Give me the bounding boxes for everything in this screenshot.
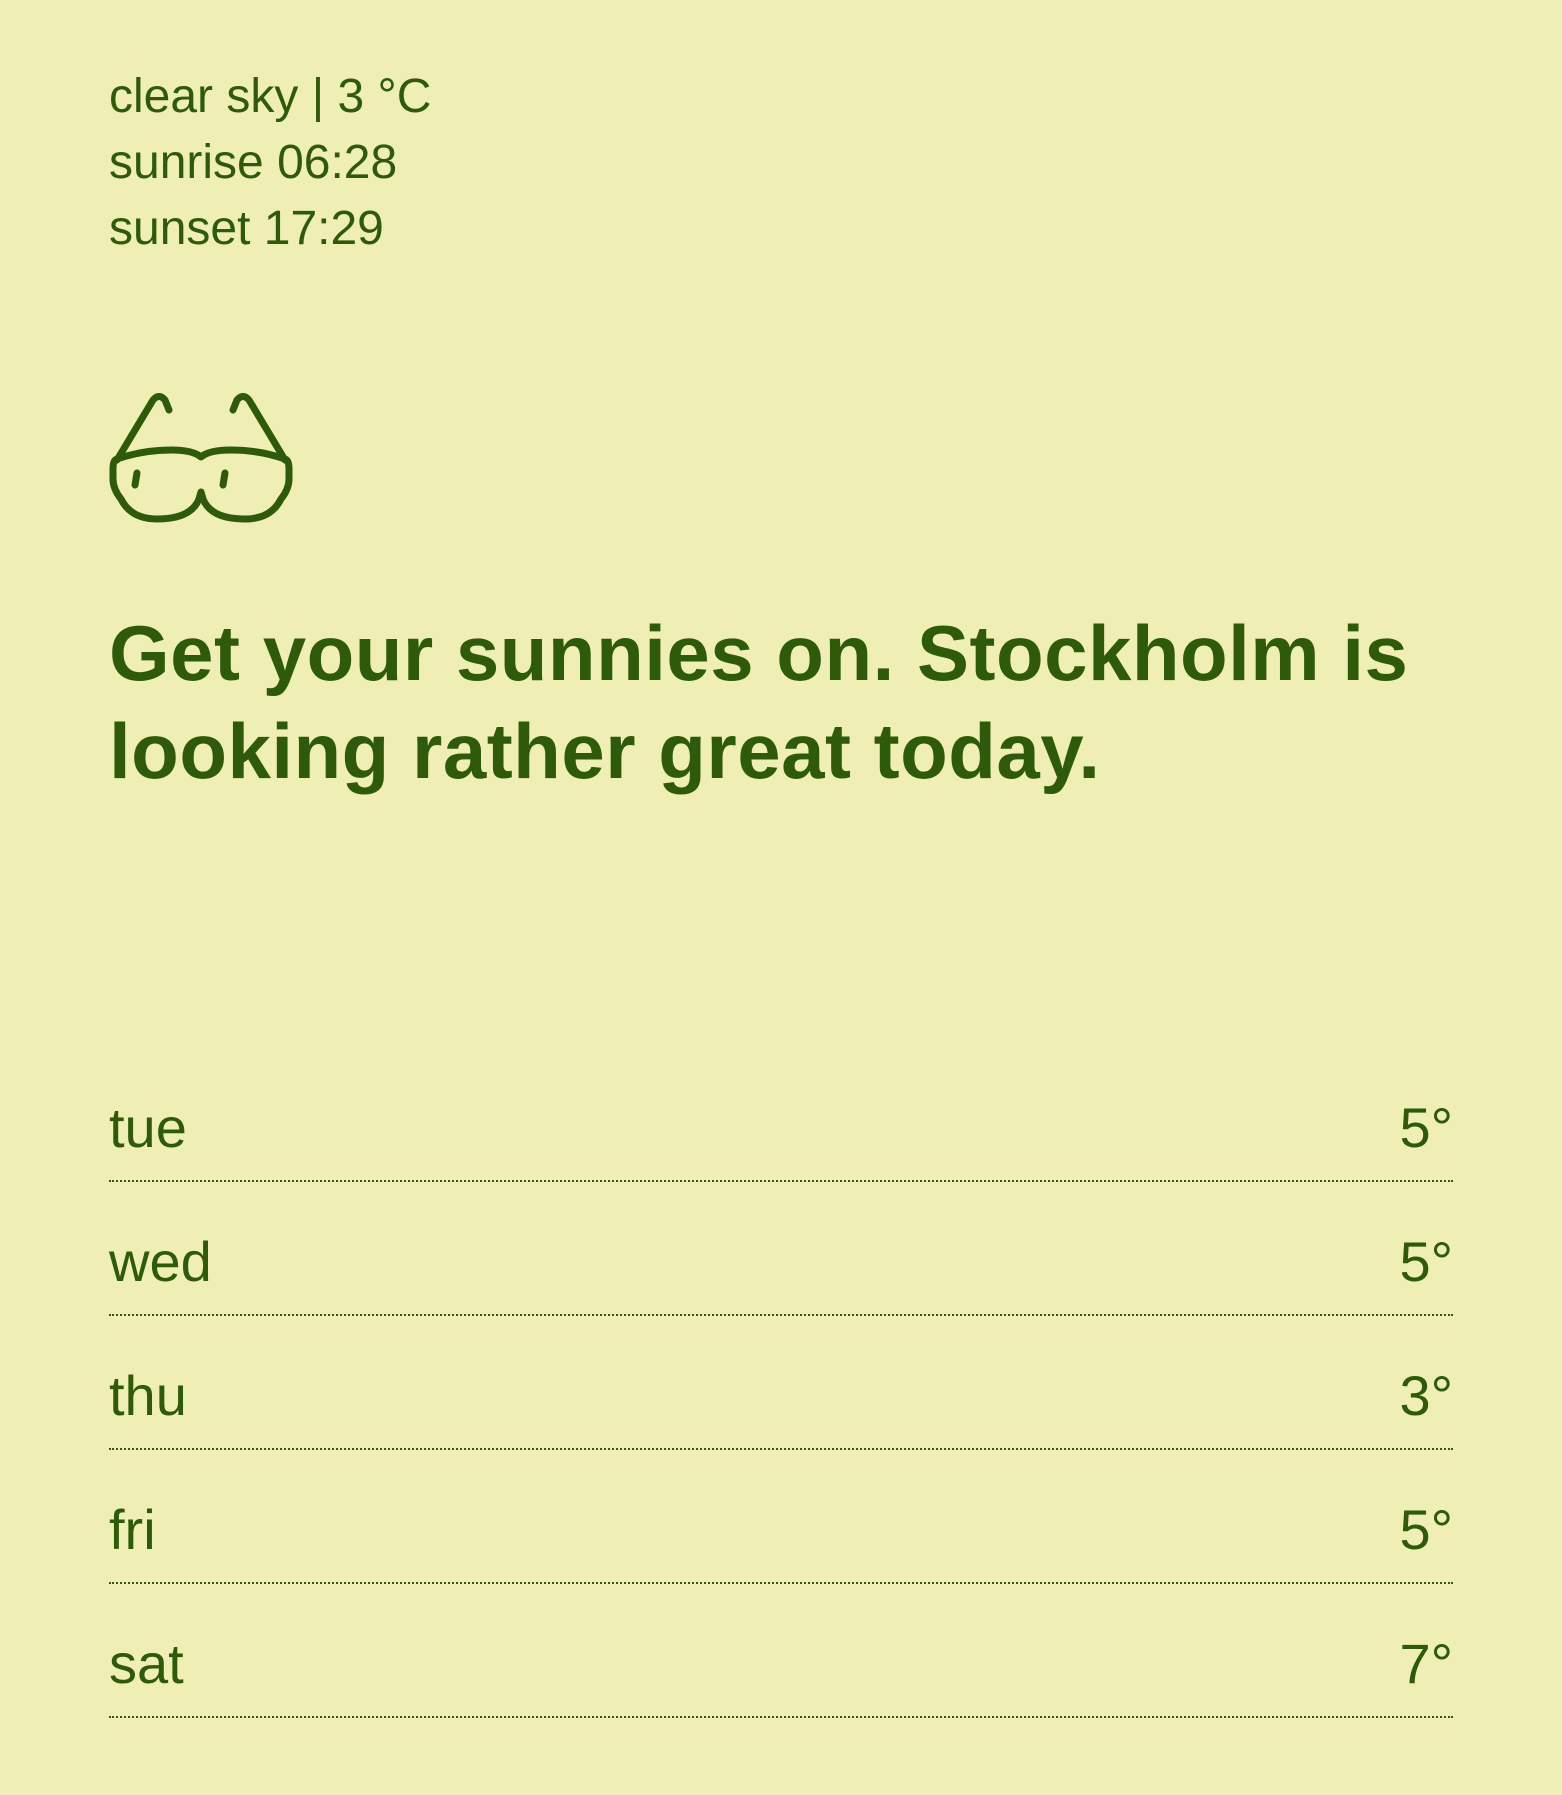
forecast-temp: 5° <box>1399 1230 1453 1293</box>
forecast-day: tue <box>109 1096 187 1159</box>
current-conditions: clear sky | 3 °C sunrise 06:28 sunset 17… <box>109 64 431 262</box>
forecast-day: fri <box>109 1498 156 1561</box>
forecast-row: wed 5° <box>109 1184 1453 1316</box>
forecast-temp: 3° <box>1399 1364 1453 1427</box>
forecast-temp: 5° <box>1399 1096 1453 1159</box>
sunrise-time: sunrise 06:28 <box>109 136 398 189</box>
current-summary: clear sky | 3 °C <box>109 70 432 123</box>
headline: Get your sunnies on. Stockholm is lookin… <box>109 609 1409 795</box>
sunset-time: sunset 17:29 <box>109 202 384 255</box>
forecast-day: thu <box>109 1364 187 1427</box>
sunglasses-icon <box>109 393 293 525</box>
forecast-row: fri 5° <box>109 1452 1453 1584</box>
forecast-row: tue 5° <box>109 1050 1453 1182</box>
forecast-day: wed <box>109 1230 212 1293</box>
forecast-row: sat 7° <box>109 1586 1453 1718</box>
forecast-temp: 5° <box>1399 1498 1453 1561</box>
forecast-row: thu 3° <box>109 1318 1453 1450</box>
forecast-day: sat <box>109 1632 184 1695</box>
forecast-list: tue 5° wed 5° thu 3° fri 5° sat 7° <box>109 1050 1453 1720</box>
forecast-temp: 7° <box>1399 1632 1453 1695</box>
